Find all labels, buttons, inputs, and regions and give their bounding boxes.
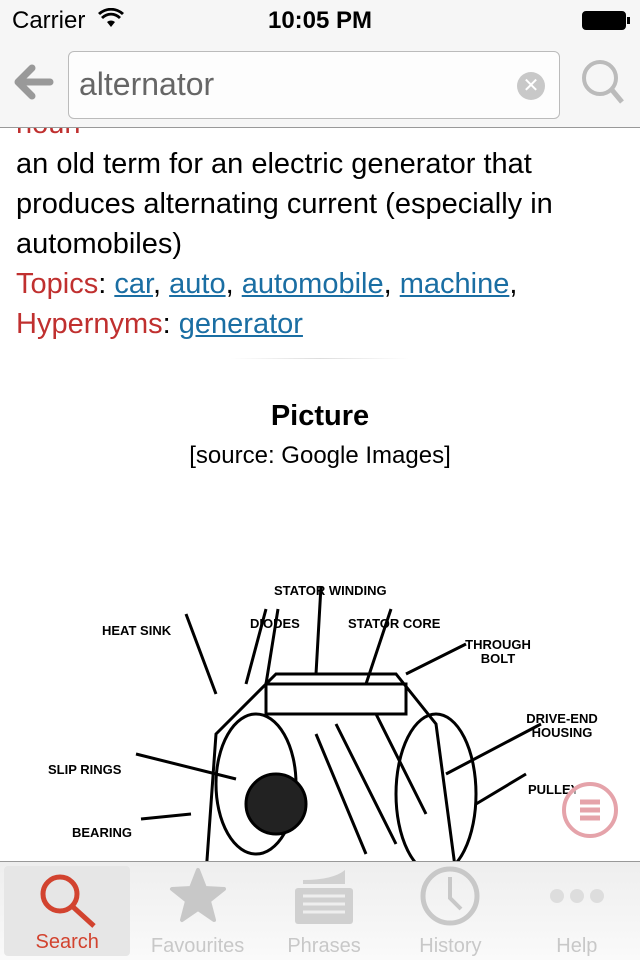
search-field[interactable]: ✕ xyxy=(68,51,560,119)
diagram-label: DRIVE-END HOUSING xyxy=(526,711,598,740)
battery-icon xyxy=(582,11,630,30)
search-button-icon[interactable] xyxy=(580,58,626,108)
diagram-label: BEARING xyxy=(72,825,132,840)
more-icon xyxy=(549,889,604,903)
tab-bar: Search Favourites Phrases History Help xyxy=(0,861,640,960)
diagram-label: SLIP RINGS xyxy=(48,762,122,777)
menu-icon xyxy=(580,799,600,821)
clock-icon xyxy=(420,866,480,926)
tab-favourites[interactable]: Favourites xyxy=(134,862,260,960)
topic-link[interactable]: auto xyxy=(169,268,225,300)
topic-link[interactable]: automobile xyxy=(242,268,384,300)
search-input[interactable] xyxy=(79,66,499,103)
diagram-label: HEAT SINK xyxy=(102,623,172,638)
tab-history[interactable]: History xyxy=(387,862,513,960)
definition-text: an old term for an electric generator th… xyxy=(16,148,553,260)
topics-row: Topics: car, auto, automobile, machine, xyxy=(16,268,518,300)
clock: 10:05 PM xyxy=(267,7,373,34)
tab-phrases[interactable]: Phrases xyxy=(261,862,387,960)
diagram-label: THROUGH BOLT xyxy=(465,637,531,666)
definition-content: noun an old term for an electric generat… xyxy=(0,128,640,861)
alternator-diagram: STATOR WINDING HEAT SINK DIODES STATOR C… xyxy=(16,514,624,861)
hypernyms-row: Hypernyms: generator xyxy=(16,308,303,340)
topic-link[interactable]: car xyxy=(114,268,153,300)
tab-help[interactable]: Help xyxy=(514,862,640,960)
diagram-label: STATOR CORE xyxy=(348,616,441,631)
search-icon xyxy=(40,874,96,928)
topic-link[interactable]: machine xyxy=(400,268,510,300)
picture-source: [source: Google Images] xyxy=(189,442,451,469)
diagram-label: DIODES xyxy=(250,616,300,631)
phrases-icon xyxy=(295,870,354,924)
divider xyxy=(230,358,410,359)
diagram-label: STATOR WINDING xyxy=(274,583,387,598)
status-bar: Carrier 10:05 PM xyxy=(0,0,640,40)
alternator-drawing xyxy=(135,585,542,861)
picture-title: Picture xyxy=(270,400,370,432)
star-icon xyxy=(169,868,226,922)
back-arrow-icon[interactable] xyxy=(12,62,54,102)
tab-search[interactable]: Search xyxy=(4,866,131,956)
hypernym-link[interactable]: generator xyxy=(179,308,303,340)
menu-button[interactable] xyxy=(562,782,618,838)
clear-icon[interactable]: ✕ xyxy=(517,72,545,100)
search-bar: ✕ xyxy=(0,40,640,128)
part-of-speech: noun xyxy=(16,128,624,144)
